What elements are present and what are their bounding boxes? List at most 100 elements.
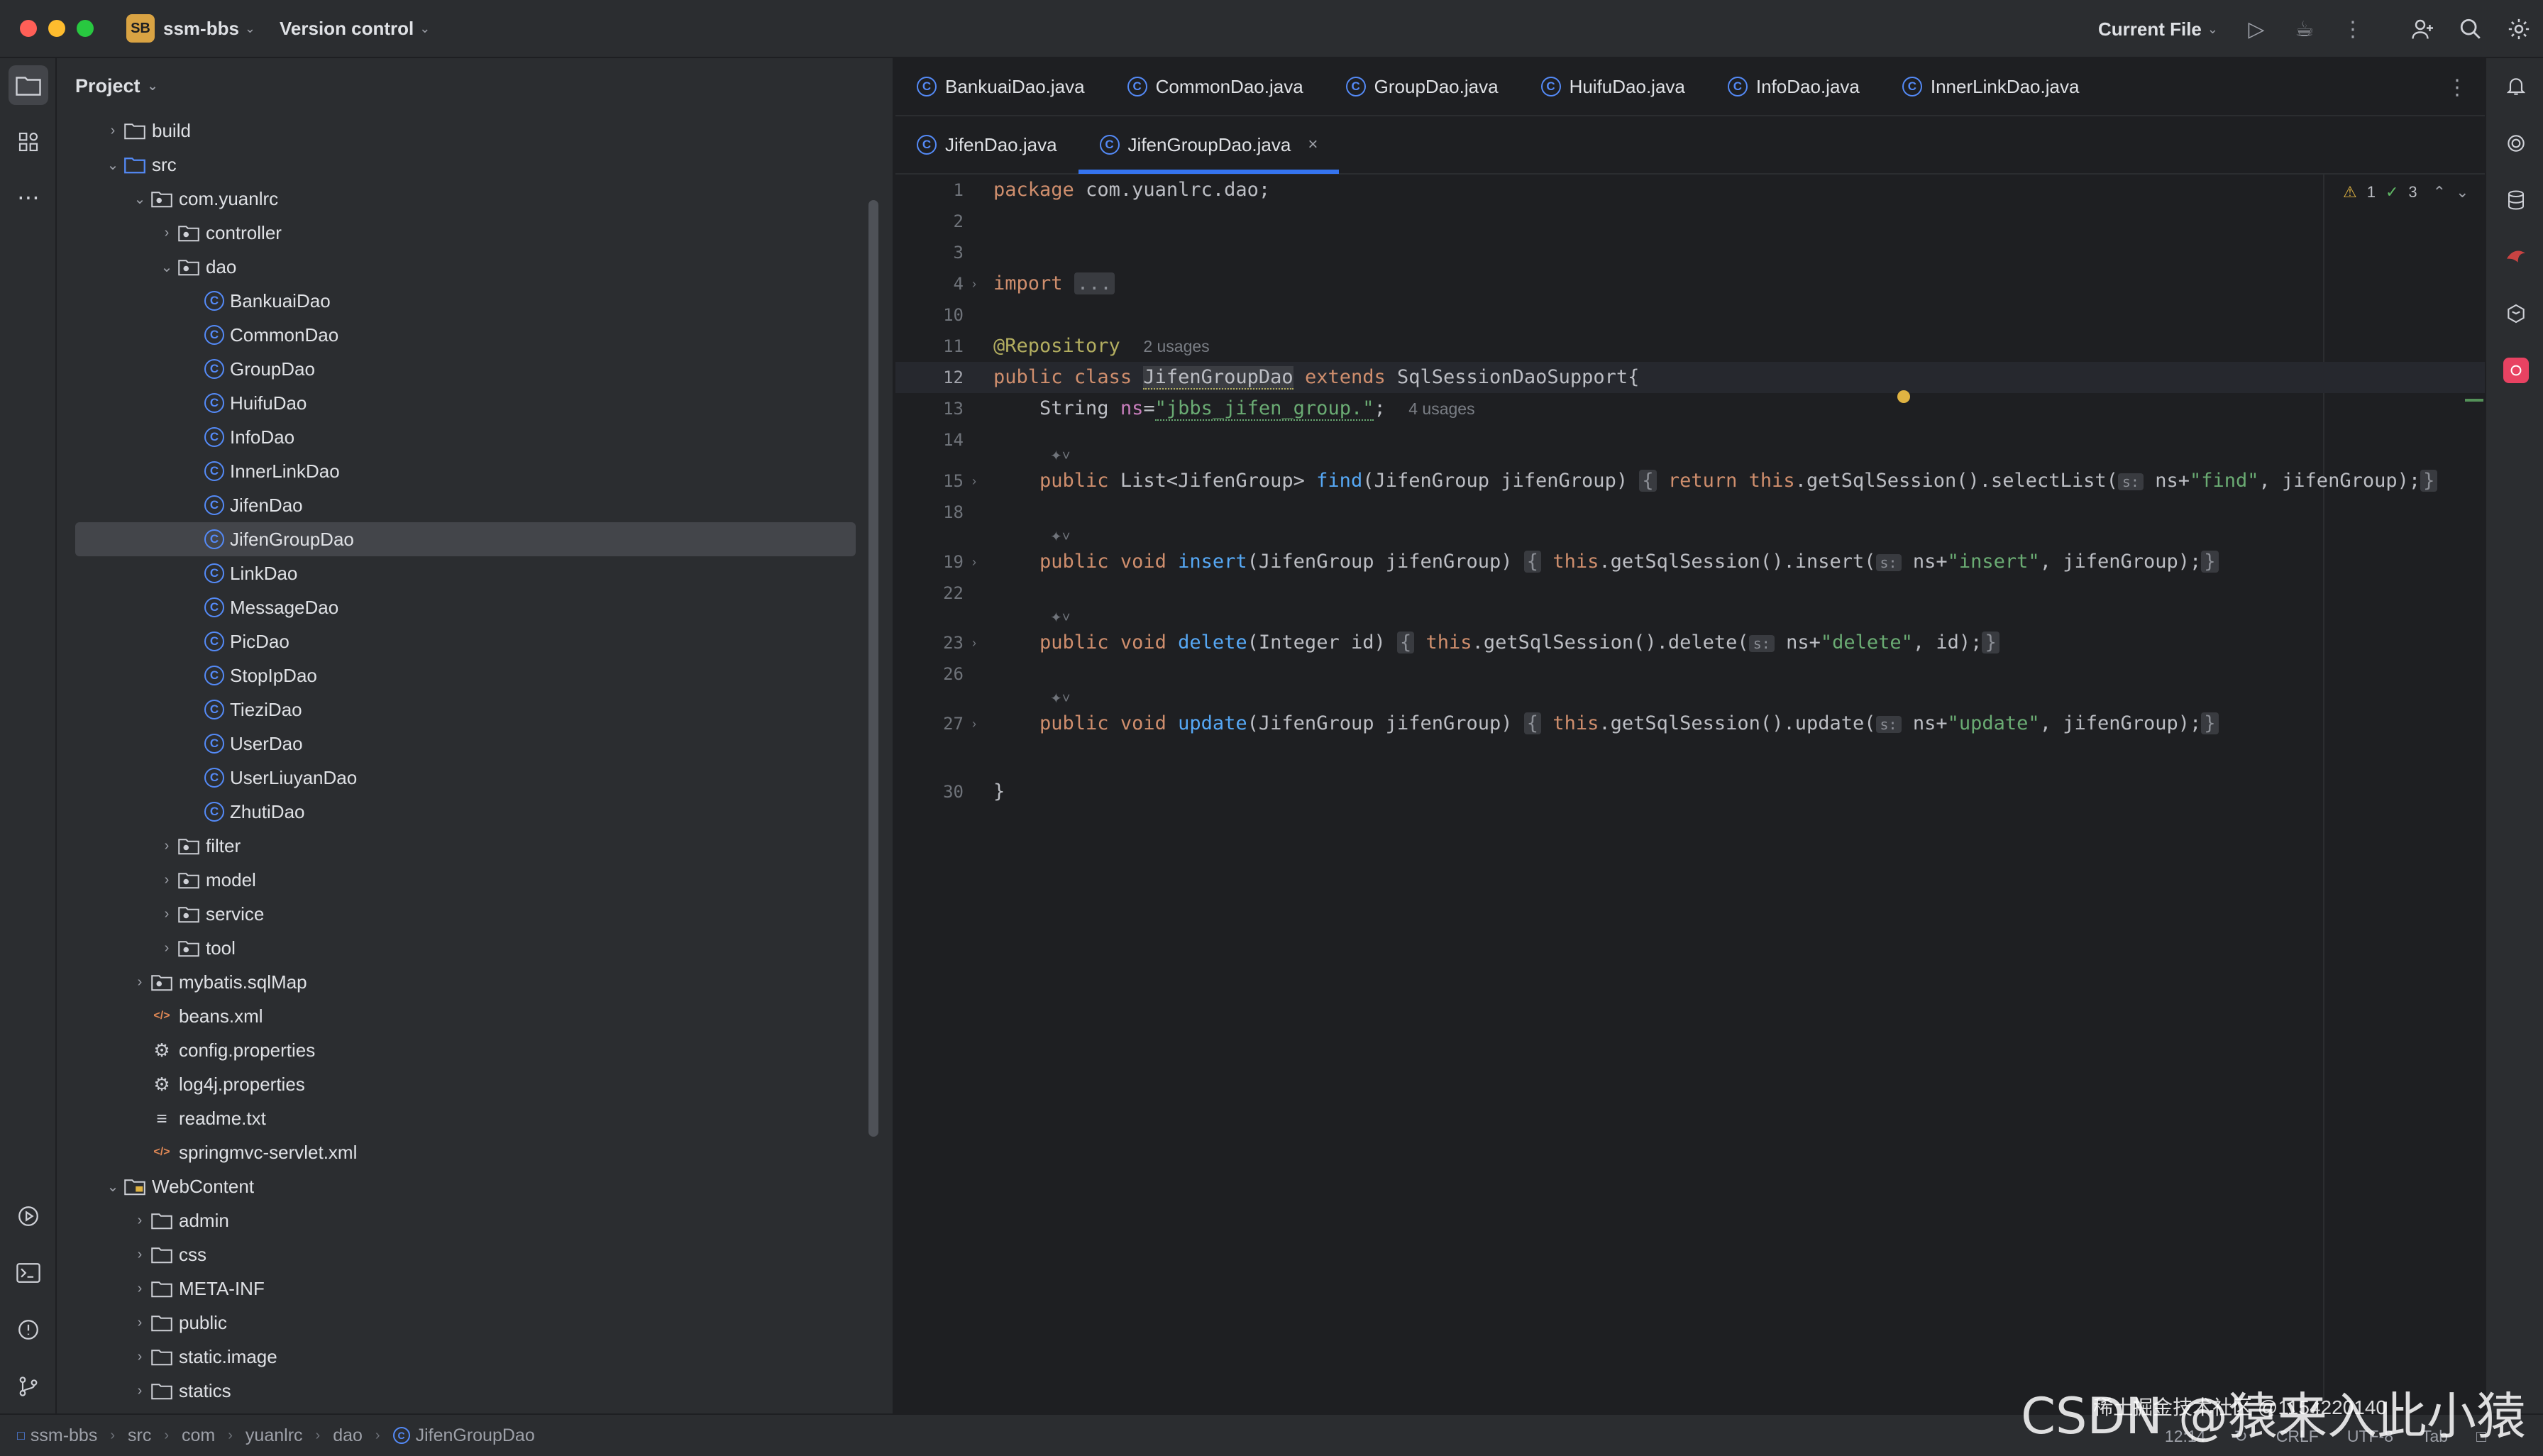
lightbulb-icon[interactable] [1897,390,1910,403]
tree-item-userliuyandao[interactable]: C UserLiuyanDao [75,761,856,795]
run-config-selector[interactable]: Current File ⌄ [2098,18,2218,40]
fold-chevron-icon[interactable]: › [972,627,976,658]
chevron-right-icon[interactable]: › [129,1383,150,1399]
tree-item-model[interactable]: › model [75,863,856,897]
tree-item-jifengroupdao[interactable]: C JifenGroupDao [75,522,856,556]
editor-tab-groupdao-java[interactable]: C GroupDao.java [1325,57,1520,116]
editor-tab-infodao-java[interactable]: C InfoDao.java [1706,57,1881,116]
tree-item-meta-inf[interactable]: › META-INF [75,1272,856,1306]
terminal-icon[interactable] [9,1253,48,1293]
breadcrumb-item[interactable]: ssm-bbs [31,1425,97,1446]
tree-item-huifudao[interactable]: C HuifuDao [75,386,856,420]
search-icon[interactable] [2454,12,2488,46]
chevron-down-icon[interactable]: ⌄ [102,156,123,174]
tree-item-dao[interactable]: ⌄ dao [75,250,856,284]
tree-item-zhutidao[interactable]: C ZhutiDao [75,795,856,829]
fold-brace-close[interactable]: } [1982,632,1999,653]
chevron-right-icon[interactable]: › [156,940,177,956]
tree-item-tool[interactable]: › tool [75,931,856,965]
tree-item-tiezidao[interactable]: C TieziDao [75,693,856,727]
tree-item-statics[interactable]: › statics [75,1374,856,1408]
services-icon[interactable] [9,1196,48,1236]
fold-brace-open[interactable]: { [1523,551,1542,573]
tree-item-src[interactable]: ⌄ src [75,148,856,182]
tree-item-service[interactable]: › service [75,897,856,931]
tree-item-mybatis-sqlmap[interactable]: › mybatis.sqlMap [75,965,856,999]
git-branch-icon[interactable] [9,1367,48,1406]
editor-tab-commondao-java[interactable]: C CommonDao.java [1106,57,1325,116]
editor-tab-huifudao-java[interactable]: C HuifuDao.java [1520,57,1706,116]
minimize-window-button[interactable] [48,20,65,37]
tree-item-infodao[interactable]: C InfoDao [75,420,856,454]
close-tab-icon[interactable]: × [1308,135,1318,155]
tree-item-stopipdao[interactable]: C StopIpDao [75,658,856,693]
chevron-right-icon[interactable]: › [129,1213,150,1229]
tree-item-groupdao[interactable]: C GroupDao [75,352,856,386]
debug-icon[interactable]: ☕ [2288,12,2322,46]
tree-item-picdao[interactable]: C PicDao [75,624,856,658]
tree-item-log4j-properties[interactable]: ⚙ log4j.properties [75,1067,856,1101]
gradle-icon[interactable] [2496,294,2536,333]
tree-item-linkdao[interactable]: C LinkDao [75,556,856,590]
chevron-right-icon[interactable]: › [156,872,177,888]
chevron-right-icon[interactable]: › [129,1247,150,1263]
fold-brace-close[interactable]: } [2420,470,2438,492]
tree-item-messagedao[interactable]: C MessageDao [75,590,856,624]
chevron-right-icon[interactable]: › [156,225,177,241]
fold-brace-close[interactable]: } [2201,551,2219,573]
chevron-right-icon[interactable]: › [129,1281,150,1297]
maven-icon[interactable] [2496,237,2536,277]
tree-item-static-image[interactable]: › static.image [75,1340,856,1374]
project-selector[interactable]: ssm-bbs ⌄ [163,18,255,40]
folded-imports[interactable]: ... [1074,272,1115,294]
tree-item-userdao[interactable]: C UserDao [75,727,856,761]
plugin-icon[interactable] [2496,351,2536,390]
chevron-down-icon[interactable]: ⌄ [2456,183,2468,202]
chevron-right-icon[interactable]: › [156,906,177,922]
add-user-icon[interactable] [2405,12,2439,46]
tree-item-public[interactable]: › public [75,1306,856,1340]
fold-brace-open[interactable]: { [1639,470,1657,492]
usages-hint[interactable]: 2 usages [1143,337,1209,355]
more-icon[interactable]: ⋮ [2336,12,2370,46]
fold-chevron-icon[interactable]: › [972,708,976,739]
chevron-right-icon[interactable]: › [129,974,150,991]
tree-item-filter[interactable]: › filter [75,829,856,863]
more-tools-icon[interactable]: ⋯ [9,177,48,217]
chevron-right-icon[interactable]: › [102,123,123,139]
fold-chevron-icon[interactable]: › [972,546,976,578]
problems-icon[interactable] [9,1310,48,1350]
editor-tab-innerlinkdao-java[interactable]: C InnerLinkDao.java [1881,57,2101,116]
database-icon[interactable] [2496,180,2536,220]
breadcrumb-item[interactable]: yuanlrc [246,1425,303,1446]
chevron-right-icon[interactable]: › [156,838,177,854]
maximize-window-button[interactable] [77,20,94,37]
breadcrumb-item[interactable]: com [182,1425,215,1446]
structure-icon[interactable] [9,122,48,162]
inspection-widget[interactable]: ⚠ 1 ✓ 3 ⌃ ⌄ [2343,183,2469,202]
chevron-down-icon[interactable]: ⌄ [129,190,150,208]
tree-item-controller[interactable]: › controller [75,216,856,250]
notifications-bell-icon[interactable] [2496,67,2536,106]
tree-item-jifendao[interactable]: C JifenDao [75,488,856,522]
chevron-down-icon[interactable]: ⌄ [156,258,177,276]
chevron-up-icon[interactable]: ⌃ [2433,183,2446,202]
chevron-right-icon[interactable]: › [129,1349,150,1365]
run-icon[interactable]: ▷ [2239,12,2273,46]
tree-item-innerlinkdao[interactable]: C InnerLinkDao [75,454,856,488]
tree-item-css[interactable]: › css [75,1237,856,1272]
tabs-more-icon[interactable]: ⋮ [2447,75,2468,100]
breadcrumb-item[interactable]: JifenGroupDao [416,1425,535,1446]
breadcrumb-item[interactable]: src [128,1425,151,1446]
tree-item-build[interactable]: › build [75,114,856,148]
tree-item-admin[interactable]: › admin [75,1203,856,1237]
close-window-button[interactable] [20,20,37,37]
tree-item-bankuaidao[interactable]: C BankuaiDao [75,284,856,318]
fold-brace-open[interactable]: { [1397,632,1415,653]
tree-item-springmvc-servlet-xml[interactable]: </> springmvc-servlet.xml [75,1135,856,1169]
chevron-right-icon[interactable]: › [129,1315,150,1331]
project-scrollbar[interactable] [868,200,878,1137]
project-panel-header[interactable]: Project ⌄ [57,58,893,114]
tree-item-commondao[interactable]: C CommonDao [75,318,856,352]
project-badge[interactable]: SB [126,14,155,43]
